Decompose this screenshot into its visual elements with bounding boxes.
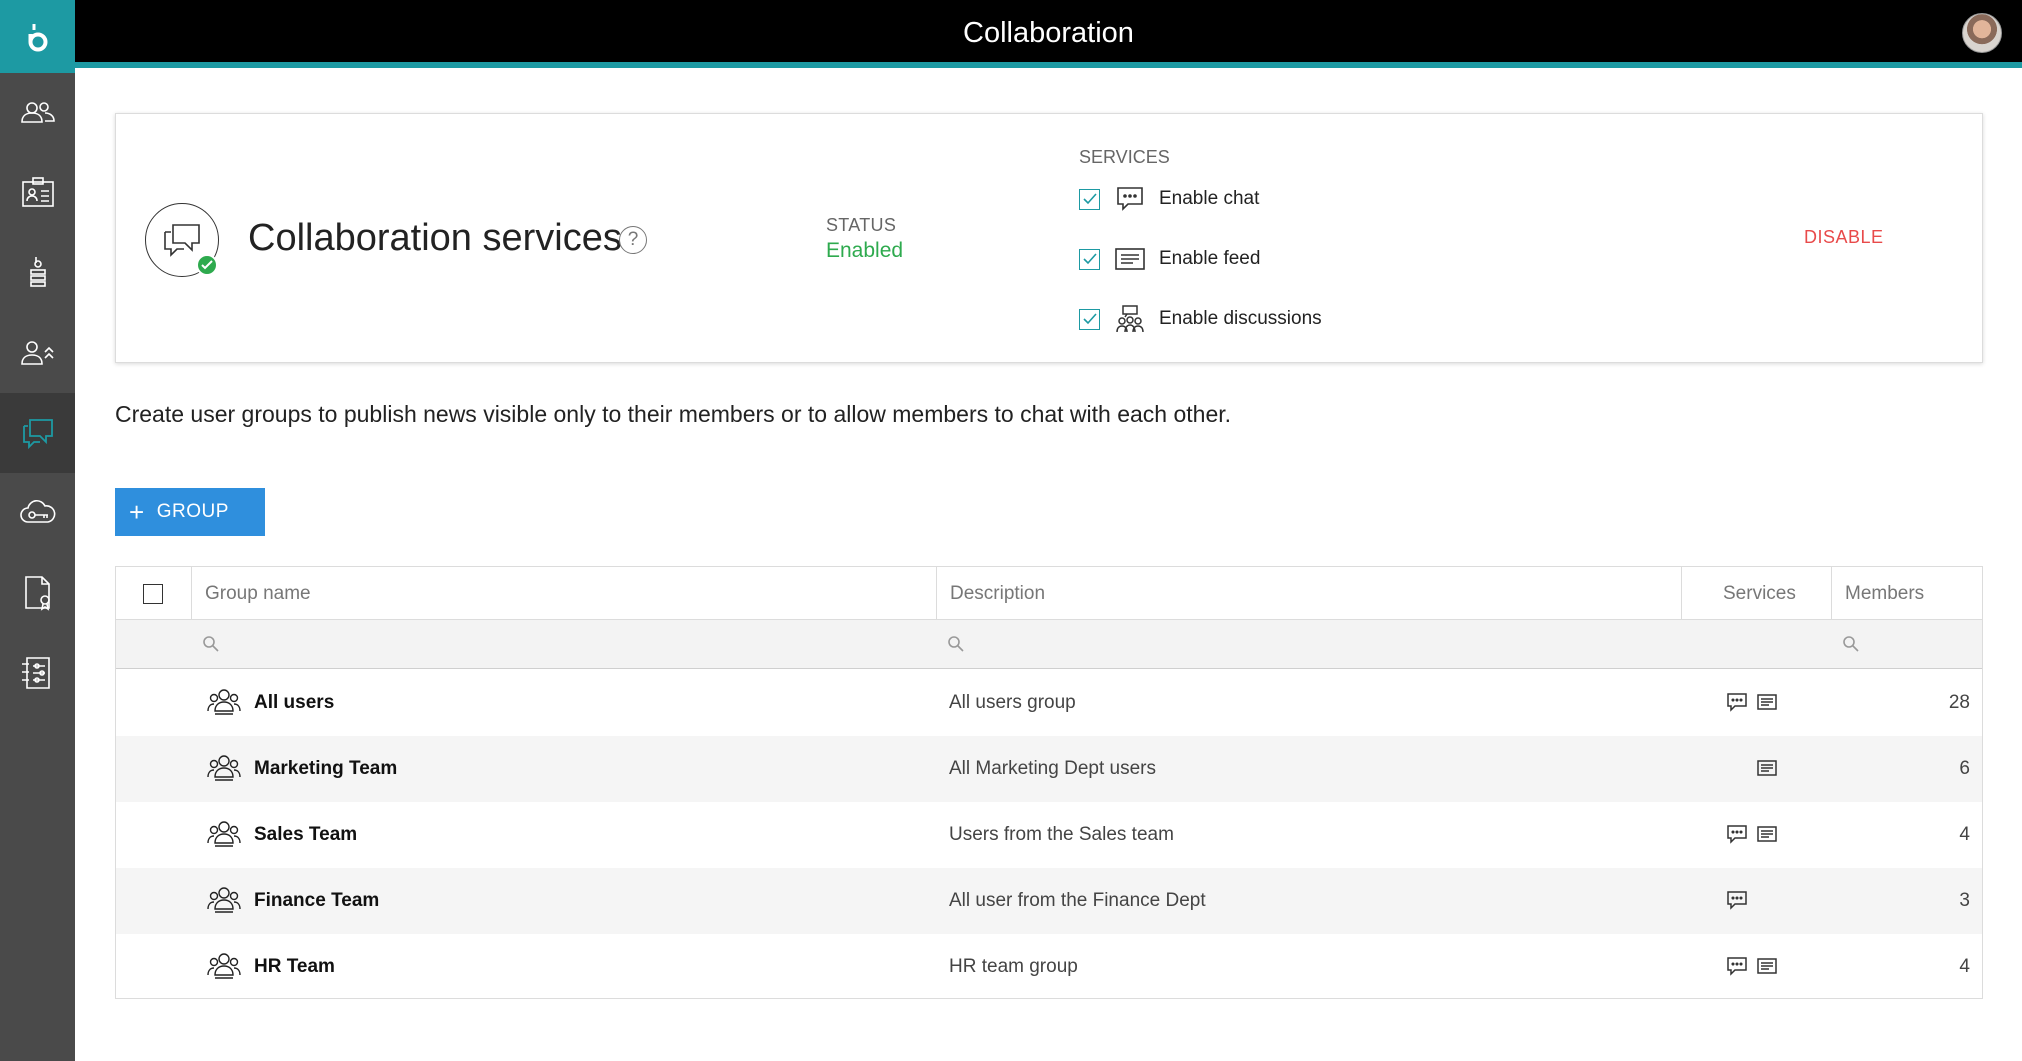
- members-count: 4: [1959, 956, 1970, 977]
- card-title: Collaboration services: [248, 217, 622, 259]
- cloud-key-icon: [19, 500, 55, 523]
- top-bar: Collaboration: [75, 0, 2022, 68]
- page-title: Collaboration: [963, 17, 1134, 49]
- sidebar-item-collaboration[interactable]: [0, 393, 75, 473]
- user-roles-icon: [20, 341, 54, 365]
- chat-service-icon: [1726, 956, 1748, 976]
- feed-icon: [1114, 244, 1146, 274]
- service-chat-row: Enable chat: [1079, 184, 1259, 214]
- sidebar-item-settings[interactable]: [0, 633, 75, 713]
- enable-discussions-checkbox[interactable]: [1079, 308, 1100, 330]
- sidebar-item-directory[interactable]: [0, 153, 75, 233]
- sidebar-item-users[interactable]: [0, 73, 75, 153]
- column-group-name[interactable]: Group name: [205, 567, 311, 620]
- table-row[interactable]: HR Team HR team group 4: [116, 934, 1982, 1000]
- chat-icon: [22, 419, 53, 450]
- feed-service-icon: [1756, 824, 1778, 844]
- add-group-label: GROUP: [156, 501, 229, 522]
- group-icon: [207, 753, 241, 783]
- enable-chat-label: Enable chat: [1159, 188, 1260, 209]
- services-label: SERVICES: [1079, 147, 1170, 167]
- stack-icon: [29, 257, 46, 287]
- service-feed-row: Enable feed: [1079, 244, 1260, 274]
- feed-service-icon: [1756, 956, 1778, 976]
- status-label: STATUS: [826, 215, 897, 235]
- group-description: HR team group: [949, 956, 1078, 977]
- plus-icon: +: [129, 497, 145, 527]
- feed-service-icon: [1756, 692, 1778, 712]
- settings-sliders-icon: [21, 657, 50, 689]
- table-row[interactable]: Finance Team All user from the Finance De…: [116, 868, 1982, 934]
- groups-table: Group name Description Services Members …: [115, 566, 1983, 999]
- help-icon[interactable]: ?: [619, 226, 647, 254]
- group-name[interactable]: Finance Team: [254, 868, 379, 934]
- search-icon[interactable]: [947, 635, 965, 653]
- members-count: 6: [1959, 758, 1970, 779]
- add-group-button[interactable]: + GROUP: [115, 488, 265, 536]
- table-row[interactable]: Marketing Team All Marketing Dept users 6: [116, 736, 1982, 802]
- group-description: All user from the Finance Dept: [949, 890, 1206, 911]
- group-icon: [207, 819, 241, 849]
- users-icon: [20, 102, 55, 123]
- service-discussions-row: Enable discussions: [1079, 304, 1322, 334]
- feed-service-icon: [1756, 758, 1778, 778]
- enable-chat-checkbox[interactable]: [1079, 188, 1100, 210]
- group-icon: [207, 951, 241, 981]
- group-name[interactable]: Marketing Team: [254, 736, 397, 802]
- chat-service-icon: [1726, 890, 1748, 910]
- user-avatar[interactable]: [1962, 13, 2002, 53]
- logo-icon: [28, 23, 47, 51]
- column-description[interactable]: Description: [950, 567, 1045, 620]
- sidebar-item-cloud[interactable]: [0, 473, 75, 553]
- enable-discussions-label: Enable discussions: [1159, 308, 1322, 329]
- column-members[interactable]: Members: [1845, 567, 1924, 620]
- chat-service-icon: [1726, 692, 1748, 712]
- enable-feed-checkbox[interactable]: [1079, 248, 1100, 270]
- table-row[interactable]: Sales Team Users from the Sales team 4: [116, 802, 1982, 868]
- members-count: 28: [1948, 692, 1970, 713]
- table-header: Group name Description Services Members: [116, 567, 1982, 620]
- id-card-icon: [21, 177, 54, 207]
- collaboration-services-card: Collaboration services ? STATUS Enabled …: [115, 113, 1983, 363]
- enable-feed-label: Enable feed: [1159, 248, 1261, 269]
- group-icon: [207, 687, 241, 717]
- sidebar: [0, 0, 75, 1061]
- group-name[interactable]: All users: [254, 670, 334, 736]
- select-all-checkbox[interactable]: [143, 584, 163, 604]
- search-icon[interactable]: [1842, 635, 1860, 653]
- sidebar-item-roles[interactable]: [0, 313, 75, 393]
- group-name[interactable]: HR Team: [254, 934, 335, 1000]
- table-row[interactable]: All users All users group 28: [116, 670, 1982, 736]
- members-count: 4: [1959, 824, 1970, 845]
- column-services[interactable]: Services: [1723, 567, 1796, 620]
- intro-text: Create user groups to publish news visib…: [115, 401, 1232, 427]
- status-value: Enabled: [826, 239, 904, 262]
- enabled-check-icon: [196, 254, 218, 276]
- group-name[interactable]: Sales Team: [254, 802, 357, 868]
- search-icon[interactable]: [202, 635, 220, 653]
- group-icon: [207, 885, 241, 915]
- filter-row: [116, 620, 1982, 669]
- chat-service-icon: [1726, 824, 1748, 844]
- group-description: Users from the Sales team: [949, 824, 1174, 845]
- certificate-doc-icon: [24, 576, 50, 611]
- chat-bubble-icon: [1114, 184, 1146, 214]
- sidebar-item-apps[interactable]: [0, 233, 75, 313]
- sidebar-item-certificates[interactable]: [0, 553, 75, 633]
- app-logo[interactable]: [0, 0, 75, 73]
- discussions-icon: [1114, 304, 1146, 334]
- group-description: All Marketing Dept users: [949, 758, 1156, 779]
- members-count: 3: [1959, 890, 1970, 911]
- group-description: All users group: [949, 692, 1076, 713]
- disable-button[interactable]: DISABLE: [1804, 227, 1884, 248]
